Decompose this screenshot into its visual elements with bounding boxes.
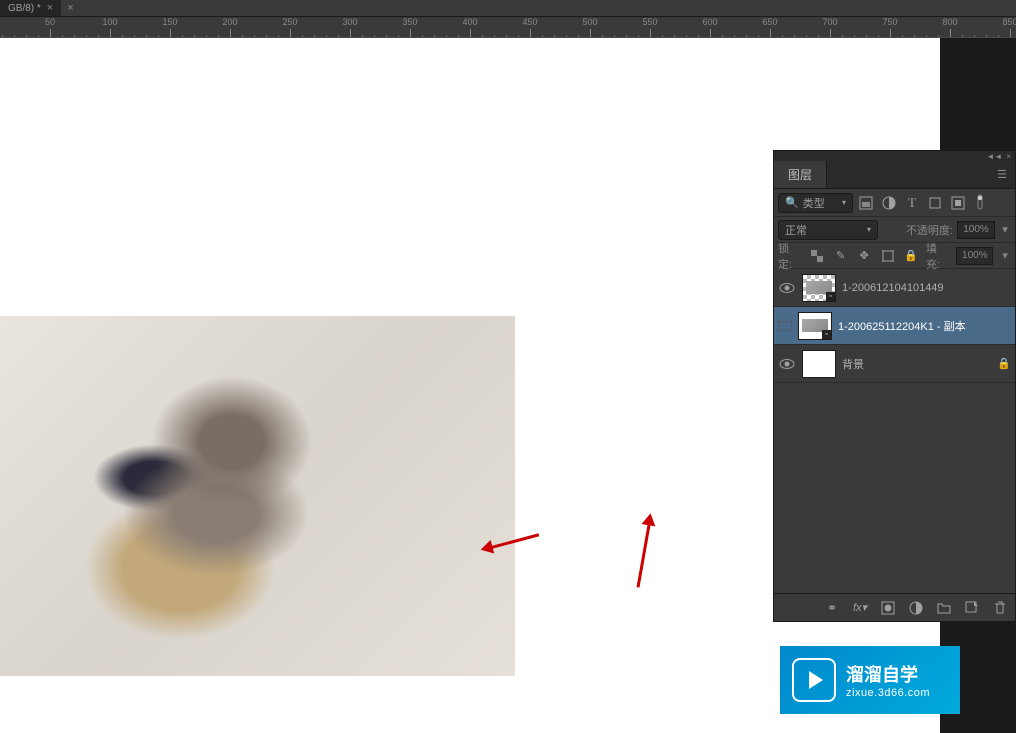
lock-icon[interactable]: 🔒 — [997, 357, 1011, 370]
chevron-down-icon: ▾ — [842, 198, 846, 207]
smart-object-icon: ▫ — [826, 292, 835, 301]
group-icon[interactable] — [935, 599, 953, 617]
smart-object-icon: ▫ — [822, 330, 831, 339]
tab-layers[interactable]: 图层 — [774, 161, 827, 188]
blend-mode-value: 正常 — [785, 222, 807, 238]
lock-brush-icon[interactable]: ✎ — [832, 247, 850, 265]
layer-name[interactable]: 1-200612104101449 — [842, 282, 1011, 294]
fill-input[interactable]: 100% — [956, 247, 993, 265]
watermark: 溜溜自学 zixue.3d66.com — [780, 646, 960, 714]
filter-pixel-icon[interactable] — [856, 193, 876, 213]
blend-opacity-row: 正常 ▾ 不透明度: 100% ▾ — [774, 217, 1015, 243]
fill-label: 填充: — [926, 240, 950, 272]
fill-dropdown-icon[interactable]: ▾ — [999, 249, 1011, 262]
lock-position-icon[interactable]: ✥ — [855, 247, 873, 265]
document-tab[interactable]: GB/8) * × — [0, 0, 61, 16]
tab-label: 图层 — [788, 166, 812, 183]
filter-label: 类型 — [803, 195, 825, 211]
layer-thumbnail[interactable] — [802, 350, 836, 378]
ruler-horizontal[interactable]: 0501001502002503003504004505005506006507… — [0, 16, 1016, 38]
watermark-logo-icon — [792, 658, 836, 702]
link-layers-icon[interactable]: ⚭ — [823, 599, 841, 617]
layer-name[interactable]: 1-200625112204K1 - 副本 — [838, 318, 1011, 334]
filter-toggle[interactable] — [971, 193, 991, 213]
tab-title: GB/8) * — [8, 3, 41, 14]
tab-close-icon[interactable]: × — [47, 2, 53, 14]
layer-row[interactable]: ▫ 1-200612104101449 — [774, 269, 1015, 307]
mask-icon[interactable] — [879, 599, 897, 617]
panel-header: ◄◄ × — [774, 151, 1015, 161]
filter-shape-icon[interactable] — [925, 193, 945, 213]
filter-adjustment-icon[interactable] — [879, 193, 899, 213]
filter-type-icon[interactable]: T — [902, 193, 922, 213]
layer-list-empty[interactable] — [774, 383, 1015, 593]
layer-list: ▫ 1-200612104101449 ▫ 1-200625112204K1 - 副本… — [774, 269, 1015, 383]
layer-name[interactable]: 背景 — [842, 356, 991, 372]
lock-fill-row: 锁定: ✎ ✥ 🔒 填充: 100% ▾ — [774, 243, 1015, 269]
watermark-title: 溜溜自学 — [846, 661, 930, 687]
document-tabs: GB/8) * × × — [0, 0, 1016, 16]
tabs-close-icon[interactable]: × — [63, 2, 77, 14]
annotation-arrow — [629, 512, 662, 589]
lock-label: 锁定: — [778, 240, 802, 272]
visibility-toggle-icon[interactable] — [778, 355, 796, 373]
filter-smart-icon[interactable] — [948, 193, 968, 213]
lock-artboard-icon[interactable] — [879, 247, 897, 265]
watermark-sub: zixue.3d66.com — [846, 687, 930, 699]
blend-mode-select[interactable]: 正常 ▾ — [778, 220, 878, 240]
filter-type-select[interactable]: 🔍 类型 ▾ — [778, 193, 853, 213]
photo-layer — [0, 316, 515, 676]
collapse-icon[interactable]: ◄◄ — [986, 152, 1002, 161]
lock-transparency-icon[interactable] — [808, 247, 826, 265]
opacity-input[interactable]: 100% — [957, 221, 995, 239]
layers-panel-footer: ⚭ fx▾ — [774, 593, 1015, 621]
visibility-toggle-icon[interactable] — [778, 321, 792, 331]
search-icon: 🔍 — [785, 196, 799, 209]
delete-layer-icon[interactable] — [991, 599, 1009, 617]
opacity-dropdown-icon[interactable]: ▾ — [999, 223, 1011, 236]
watermark-text: 溜溜自学 zixue.3d66.com — [846, 661, 930, 699]
new-layer-icon[interactable] — [963, 599, 981, 617]
opacity-label: 不透明度: — [906, 222, 953, 238]
panel-menu-icon[interactable]: ☰ — [989, 161, 1015, 188]
visibility-toggle-icon[interactable] — [778, 279, 796, 297]
panel-tabs: 图层 ☰ — [774, 161, 1015, 189]
chevron-down-icon: ▾ — [867, 225, 871, 234]
layer-row[interactable]: 背景 🔒 — [774, 345, 1015, 383]
layer-filter-row: 🔍 类型 ▾ T — [774, 189, 1015, 217]
fx-icon[interactable]: fx▾ — [851, 599, 869, 617]
layer-row[interactable]: ▫ 1-200625112204K1 - 副本 — [774, 307, 1015, 345]
close-panel-icon[interactable]: × — [1006, 152, 1011, 161]
layer-thumbnail[interactable]: ▫ — [802, 274, 836, 302]
layer-thumbnail[interactable]: ▫ — [798, 312, 832, 340]
lock-all-icon[interactable]: 🔒 — [902, 247, 920, 265]
layers-panel: ◄◄ × 图层 ☰ 🔍 类型 ▾ T 正常 ▾ 不透明度: 100% ▾ 锁定:… — [773, 150, 1016, 622]
adjustment-layer-icon[interactable] — [907, 599, 925, 617]
